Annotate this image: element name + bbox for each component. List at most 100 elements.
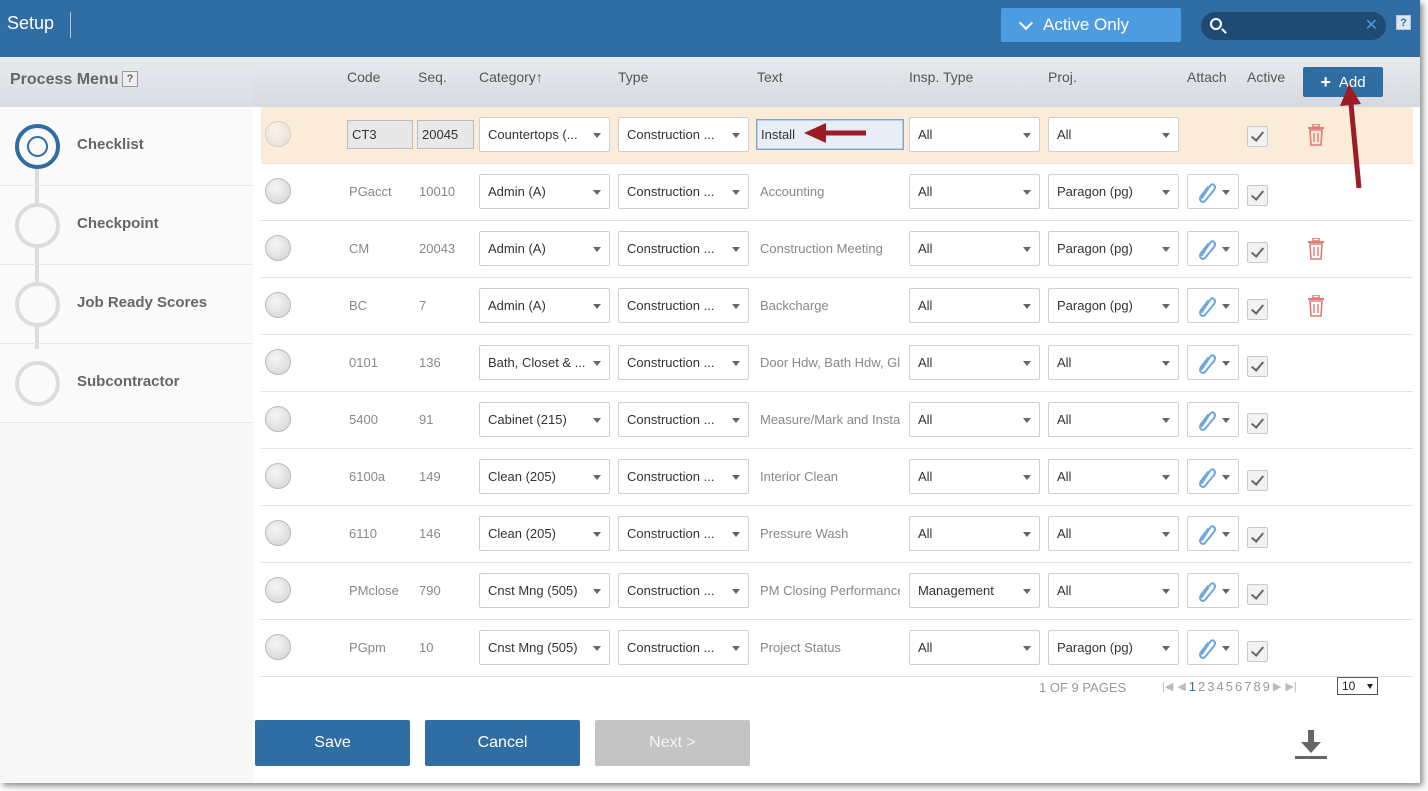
step-subcontractor[interactable]: Subcontractor [0, 344, 253, 423]
column-header-category[interactable]: Category↑ [479, 69, 543, 85]
column-header-type[interactable]: Type [618, 69, 648, 85]
insp-type-select[interactable]: All [909, 288, 1040, 323]
row-select-radio[interactable] [265, 235, 291, 261]
save-button[interactable]: Save [255, 720, 410, 766]
column-header-attach[interactable]: Attach [1187, 69, 1227, 85]
last-page-icon[interactable]: ▶| [1285, 680, 1296, 693]
page-link[interactable]: 3 [1207, 679, 1214, 694]
step-checkpoint[interactable]: Checkpoint [0, 186, 253, 265]
type-select[interactable]: Construction ... [618, 630, 749, 665]
category-select[interactable]: Clean (205) [479, 459, 610, 494]
attach-dropdown[interactable] [1187, 345, 1239, 380]
insp-type-select[interactable]: All [909, 174, 1040, 209]
insp-type-select[interactable]: All [909, 402, 1040, 437]
trash-icon[interactable] [1307, 238, 1325, 260]
active-checkbox[interactable] [1247, 356, 1268, 377]
page-link[interactable]: 6 [1235, 679, 1242, 694]
insp-type-select[interactable]: All [909, 345, 1040, 380]
type-select[interactable]: Construction ... [618, 516, 749, 551]
active-checkbox[interactable] [1247, 470, 1268, 491]
page-size-select[interactable]: 10 [1337, 677, 1378, 695]
active-checkbox[interactable] [1247, 299, 1268, 320]
table-row[interactable]: Countertops (... Construction ... All All [261, 107, 1413, 164]
proj-select[interactable]: Paragon (pg) [1048, 288, 1179, 323]
proj-select[interactable]: All [1048, 345, 1179, 380]
table-row[interactable]: PMclose 790 Cnst Mng (505) Construction ...… [261, 563, 1413, 620]
attach-dropdown[interactable] [1187, 516, 1239, 551]
insp-type-select[interactable]: All [909, 516, 1040, 551]
attach-dropdown[interactable] [1187, 402, 1239, 437]
table-row[interactable]: 0101 136 Bath, Closet & ... Construction ..… [261, 335, 1413, 392]
insp-type-select[interactable]: All [909, 231, 1040, 266]
row-select-radio[interactable] [265, 577, 291, 603]
column-header-text[interactable]: Text [757, 69, 783, 85]
download-icon[interactable] [1293, 728, 1329, 760]
proj-select[interactable]: Paragon (pg) [1048, 630, 1179, 665]
row-select-radio[interactable] [265, 406, 291, 432]
proj-select[interactable]: Paragon (pg) [1048, 174, 1179, 209]
proj-select[interactable]: All [1048, 459, 1179, 494]
text-input[interactable] [756, 119, 904, 150]
category-select[interactable]: Countertops (... [479, 117, 610, 152]
category-select[interactable]: Admin (A) [479, 231, 610, 266]
row-select-radio[interactable] [265, 292, 291, 318]
first-page-icon[interactable]: |◀ [1162, 680, 1173, 693]
category-select[interactable]: Clean (205) [479, 516, 610, 551]
table-row[interactable]: PGpm 10 Cnst Mng (505) Construction ... Proj… [261, 620, 1413, 677]
insp-type-select[interactable]: Management [909, 573, 1040, 608]
proj-select[interactable]: All [1048, 117, 1179, 152]
category-select[interactable]: Cabinet (215) [479, 402, 610, 437]
page-link[interactable]: 9 [1263, 679, 1270, 694]
attach-dropdown[interactable] [1187, 459, 1239, 494]
prev-page-icon[interactable]: ◀ [1177, 680, 1185, 693]
column-header-insp-type[interactable]: Insp. Type [909, 69, 973, 85]
page-link[interactable]: 8 [1253, 679, 1260, 694]
code-input[interactable] [347, 120, 413, 149]
category-select[interactable]: Admin (A) [479, 174, 610, 209]
step-job-ready-scores[interactable]: Job Ready Scores [0, 265, 253, 344]
active-only-filter-button[interactable]: Active Only [1001, 8, 1181, 42]
proj-select[interactable]: All [1048, 402, 1179, 437]
type-select[interactable]: Construction ... [618, 174, 749, 209]
category-select[interactable]: Bath, Closet & ... [479, 345, 610, 380]
type-select[interactable]: Construction ... [618, 231, 749, 266]
category-select[interactable]: Cnst Mng (505) [479, 630, 610, 665]
table-row[interactable]: 6110 146 Clean (205) Construction ... Pressu… [261, 506, 1413, 563]
table-row[interactable]: BC 7 Admin (A) Construction ... Backcharge Al… [261, 278, 1413, 335]
insp-type-select[interactable]: All [909, 117, 1040, 152]
process-menu-help-icon[interactable]: ? [122, 71, 138, 87]
page-link[interactable]: 4 [1217, 679, 1224, 694]
clear-search-icon[interactable]: ✕ [1365, 16, 1378, 36]
active-checkbox[interactable] [1247, 527, 1268, 548]
row-select-radio[interactable] [265, 634, 291, 660]
active-checkbox[interactable] [1247, 126, 1268, 147]
add-button[interactable]: + Add [1303, 67, 1383, 97]
category-select[interactable]: Admin (A) [479, 288, 610, 323]
insp-type-select[interactable]: All [909, 630, 1040, 665]
type-select[interactable]: Construction ... [618, 288, 749, 323]
page-link[interactable]: 7 [1244, 679, 1251, 694]
row-select-radio[interactable] [265, 463, 291, 489]
active-checkbox[interactable] [1247, 185, 1268, 206]
active-checkbox[interactable] [1247, 641, 1268, 662]
row-select-radio[interactable] [265, 520, 291, 546]
page-link[interactable]: 2 [1198, 679, 1205, 694]
type-select[interactable]: Construction ... [618, 117, 749, 152]
attach-dropdown[interactable] [1187, 288, 1239, 323]
type-select[interactable]: Construction ... [618, 345, 749, 380]
attach-dropdown[interactable] [1187, 630, 1239, 665]
table-row[interactable]: PGacct 10010 Admin (A) Construction ... Acco… [261, 164, 1413, 221]
category-select[interactable]: Cnst Mng (505) [479, 573, 610, 608]
column-header-active[interactable]: Active [1247, 69, 1285, 85]
insp-type-select[interactable]: All [909, 459, 1040, 494]
trash-icon[interactable] [1307, 124, 1325, 146]
attach-dropdown[interactable] [1187, 174, 1239, 209]
cancel-button[interactable]: Cancel [425, 720, 580, 766]
column-header-proj[interactable]: Proj. [1048, 69, 1077, 85]
table-row[interactable]: 5400 91 Cabinet (215) Construction ... Measu… [261, 392, 1413, 449]
seq-input[interactable] [417, 120, 474, 149]
attach-dropdown[interactable] [1187, 231, 1239, 266]
active-checkbox[interactable] [1247, 584, 1268, 605]
type-select[interactable]: Construction ... [618, 573, 749, 608]
column-header-seq[interactable]: Seq. [418, 69, 447, 85]
